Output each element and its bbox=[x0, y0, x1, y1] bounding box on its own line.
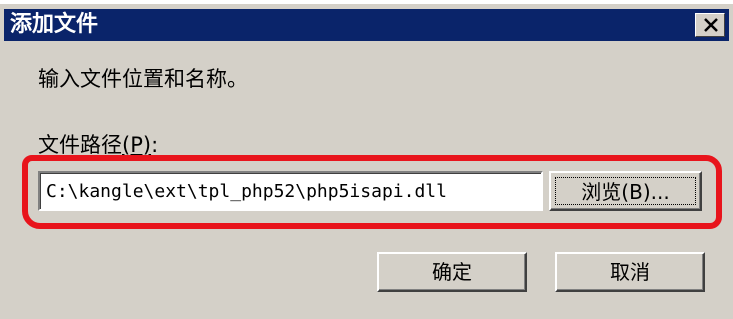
file-path-colon: : bbox=[151, 133, 159, 157]
file-path-label-text: 文件路径 bbox=[38, 133, 122, 157]
browse-button-label: 浏览(B)... bbox=[555, 177, 696, 205]
close-button[interactable] bbox=[695, 13, 725, 37]
cancel-button[interactable]: 取消 bbox=[555, 252, 705, 292]
file-path-input[interactable] bbox=[38, 171, 543, 211]
browse-button[interactable]: 浏览(B)... bbox=[549, 171, 702, 211]
ok-button[interactable]: 确定 bbox=[377, 252, 527, 292]
file-path-label: 文件路径(P): bbox=[38, 129, 158, 159]
dialog-title: 添加文件 bbox=[10, 12, 99, 37]
add-file-dialog: 添加文件 输入文件位置和名称。 文件路径(P): 浏览(B)... 确定 取消 bbox=[0, 4, 733, 319]
file-path-mnemonic: (P) bbox=[122, 133, 152, 157]
title-bar[interactable]: 添加文件 bbox=[4, 9, 729, 41]
close-icon bbox=[704, 18, 718, 32]
instruction-text: 输入文件位置和名称。 bbox=[38, 67, 248, 91]
